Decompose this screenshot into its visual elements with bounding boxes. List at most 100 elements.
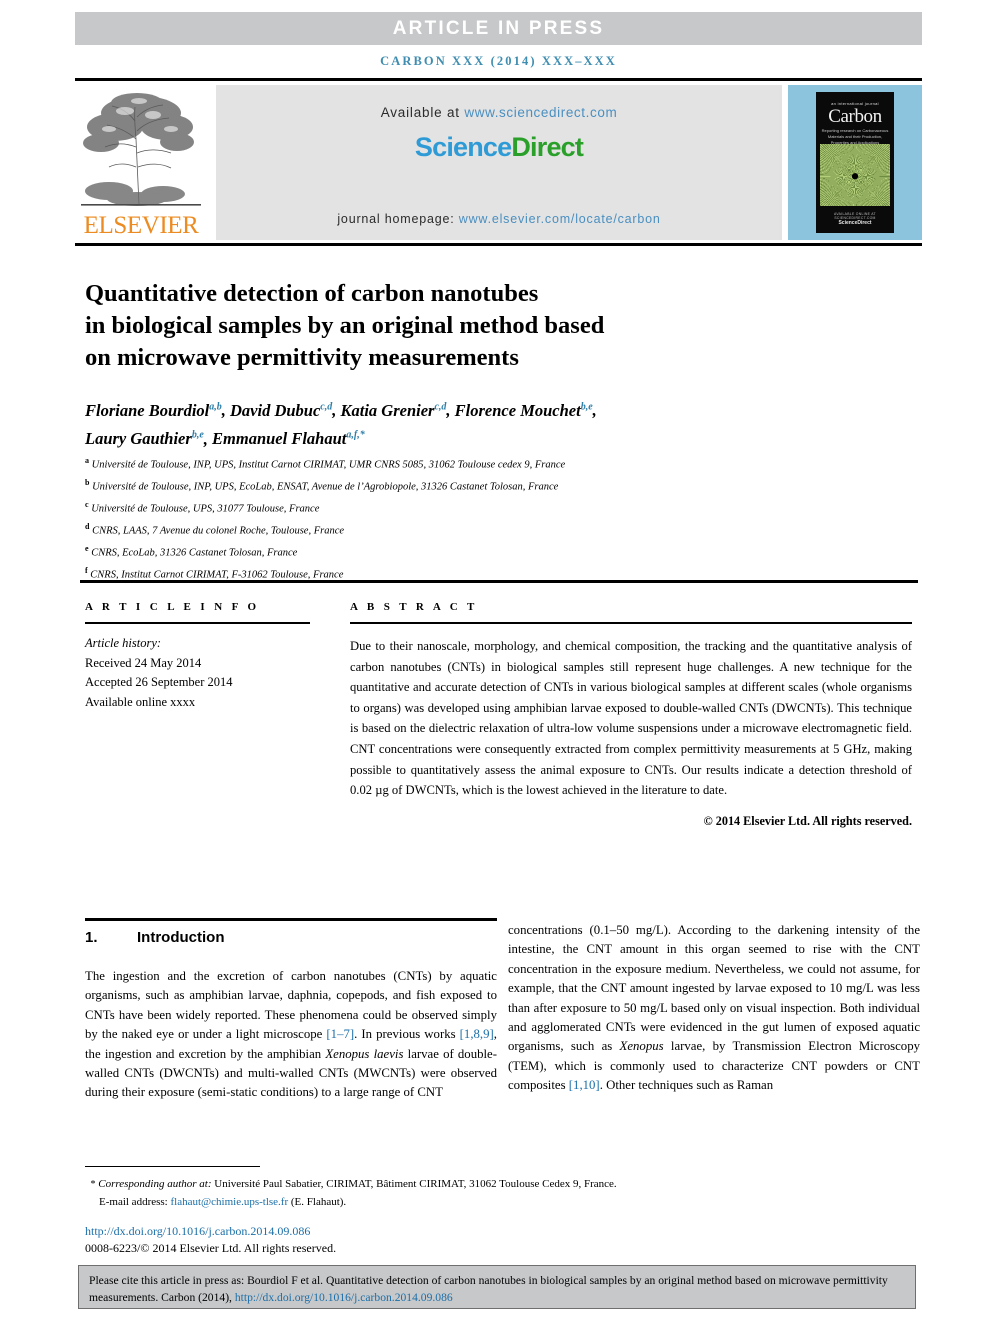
- affiliation-mark: b: [85, 477, 90, 487]
- article-in-press-label: ARTICLE IN PRESS: [392, 17, 605, 39]
- citation-ref[interactable]: [1,8,9]: [460, 1027, 494, 1041]
- affiliation-mark: c: [85, 499, 89, 509]
- affiliation-text: Université de Toulouse, INP, UPS, Instit…: [91, 459, 566, 471]
- intro-text-g: . Other techniques such as Raman: [599, 1078, 774, 1093]
- affiliation-text: CNRS, LAAS, 7 Avenue du colonel Roche, T…: [92, 525, 345, 537]
- introduction-top-rule: [85, 918, 497, 921]
- journal-cover-thumbnail: an international journal Carbon Reportin…: [788, 85, 922, 240]
- author: Florence Mouchetb,e: [455, 401, 593, 420]
- cite-text-body: Please cite this article in press as: Bo…: [89, 1274, 888, 1304]
- affiliation-item: a Université de Toulouse, INP, UPS, Inst…: [85, 452, 905, 474]
- footnote-rule: [85, 1166, 260, 1167]
- affiliation-mark: a: [85, 456, 89, 465]
- article-history-label: Article history:: [85, 636, 162, 650]
- introduction-right-column: concentrations (0.1–50 mg/L). According …: [508, 921, 920, 1096]
- issn-copyright-line: 0008-6223/© 2014 Elsevier Ltd. All right…: [85, 1241, 337, 1255]
- abstract-heading: A B S T R A C T: [350, 601, 478, 613]
- sciencedirect-logo-direct: Direct: [511, 132, 584, 162]
- doi-link[interactable]: http://dx.doi.org/10.1016/j.carbon.2014.…: [85, 1224, 310, 1239]
- section-heading-introduction: 1. Introduction: [85, 929, 497, 946]
- abstract-text: Due to their nanoscale, morphology, and …: [350, 639, 912, 798]
- available-online: Available online xxxx: [85, 694, 196, 709]
- email-line: E-mail address: flahaut@chimie.ups-tlse.…: [85, 1194, 645, 1212]
- article-info-block: A R T I C L E I N F O Article history: R…: [85, 601, 310, 712]
- citation-ref[interactable]: [1–7]: [326, 1027, 354, 1041]
- author-name: Katia Grenier: [340, 400, 435, 420]
- abstract-rule: [350, 622, 912, 624]
- footnote-star-marker: *: [90, 1179, 96, 1190]
- author-affil-marks: c,d: [434, 401, 447, 412]
- copyright-notice: © 2014 Elsevier Ltd. All rights reserved…: [703, 813, 912, 828]
- section-number: 1.: [85, 929, 98, 946]
- author-name: David Dubuc: [230, 400, 321, 420]
- affiliation-mark: d: [85, 521, 90, 531]
- masthead-top-rule: [75, 78, 922, 81]
- intro-text-e: concentrations (0.1–50 mg/L). According …: [508, 923, 920, 1054]
- affiliation-text: Université de Toulouse, UPS, 31077 Toulo…: [91, 503, 320, 515]
- author-name: Emmanuel Flahaut: [212, 429, 347, 448]
- title-line-1: Quantitative detection of carbon nanotub…: [85, 280, 539, 308]
- cite-this-article-text: Please cite this article in press as: Bo…: [89, 1272, 907, 1306]
- affiliation-mark: e: [85, 543, 89, 553]
- available-prefix: Available at: [380, 105, 465, 120]
- affiliation-item: c Université de Toulouse, UPS, 31077 Tou…: [85, 496, 905, 518]
- author-name: Floriane Bourdiol: [85, 400, 210, 420]
- cover-footer-small: AVAILABLE ONLINE AT SCIENCEDIRECT.COM: [834, 212, 876, 220]
- introduction-left-column: The ingestion and the excretion of carbo…: [85, 967, 497, 1103]
- journal-cover-inner: an international journal Carbon Reportin…: [816, 92, 894, 233]
- author: Laury Gauthierb,e: [85, 429, 204, 448]
- masthead-bottom-rule: [75, 243, 922, 246]
- cover-journal-title: Carbon: [828, 106, 882, 127]
- title-line-2: in biological samples by an original met…: [85, 312, 605, 340]
- sciencedirect-panel: Available at www.sciencedirect.com Scien…: [216, 85, 782, 240]
- affiliation-list: a Université de Toulouse, INP, UPS, Inst…: [85, 452, 905, 583]
- article-page: ARTICLE IN PRESS CARBON XXX (2014) XXX–X…: [0, 0, 992, 1323]
- corresponding-author-line: * Corresponding author at: Université Pa…: [85, 1176, 645, 1194]
- journal-homepage-url[interactable]: www.elsevier.com/locate/carbon: [459, 212, 661, 226]
- affiliation-item: e CNRS, EcoLab, 31326 Castanet Tolosan, …: [85, 540, 905, 562]
- author: Floriane Bourdiola,b: [85, 401, 222, 420]
- homepage-prefix: journal homepage:: [337, 212, 459, 226]
- author-name: Florence Mouchet: [454, 400, 581, 420]
- received-date: Received 24 May 2014: [85, 655, 202, 670]
- abstract-top-rule: [80, 580, 918, 583]
- abstract-block: A B S T R A C T Due to their nanoscale, …: [350, 601, 912, 829]
- sciencedirect-logo[interactable]: ScienceDirect: [216, 132, 782, 163]
- available-at-line: Available at www.sciencedirect.com: [216, 105, 782, 120]
- section-title: Introduction: [137, 929, 225, 946]
- affiliation-text: CNRS, EcoLab, 31326 Castanet Tolosan, Fr…: [91, 547, 298, 559]
- article-in-press-band: ARTICLE IN PRESS: [75, 12, 922, 45]
- article-info-rule: [85, 622, 310, 624]
- author-affil-marks: b,e: [191, 429, 204, 441]
- author: David Dubucc,d: [230, 401, 332, 420]
- corresponding-author-address: Université Paul Sabatier, CIRIMAT, Bâtim…: [211, 1178, 617, 1190]
- affiliation-text: Université de Toulouse, INP, UPS, EcoLab…: [92, 481, 559, 493]
- email-link[interactable]: flahaut@chimie.ups-tlse.fr: [170, 1196, 288, 1208]
- author-name: Laury Gauthier: [85, 429, 192, 448]
- citation-ref[interactable]: [1,10]: [569, 1078, 600, 1092]
- affiliation-text: CNRS, Institut Carnot CIRIMAT, F-31062 T…: [90, 569, 344, 581]
- email-suffix: (E. Flahaut).: [288, 1195, 347, 1208]
- species-name: Xenopus: [619, 1039, 664, 1054]
- elsevier-tree-icon: [81, 93, 201, 206]
- journal-homepage-line: journal homepage: www.elsevier.com/locat…: [216, 212, 782, 226]
- running-head: CARBON XXX (2014) XXX–XXX: [380, 54, 617, 68]
- accepted-date: Accepted 26 September 2014: [85, 675, 233, 689]
- affiliation-item: d CNRS, LAAS, 7 Avenue du colonel Roche,…: [85, 518, 905, 540]
- elsevier-wordmark: ELSEVIER: [83, 212, 199, 239]
- intro-text-b: . In previous works: [354, 1027, 460, 1042]
- page-title: Quantitative detection of carbon nanotub…: [85, 278, 845, 374]
- cite-doi-link[interactable]: http://dx.doi.org/10.1016/j.carbon.2014.…: [235, 1291, 453, 1304]
- article-info-heading: A R T I C L E I N F O: [85, 601, 260, 613]
- email-label: E-mail address:: [99, 1195, 168, 1208]
- sciencedirect-logo-science: Science: [414, 132, 512, 162]
- affiliation-mark: f: [85, 565, 88, 575]
- journal-masthead: ELSEVIER Available at www.sciencedirect.…: [75, 85, 922, 240]
- author-affil-marks: c,d: [320, 401, 333, 412]
- footnote-block: * Corresponding author at: Université Pa…: [85, 1176, 645, 1211]
- corresponding-author-label: Corresponding author at:: [98, 1178, 212, 1190]
- cite-this-article-box: Please cite this article in press as: Bo…: [78, 1265, 916, 1309]
- title-line-3: on microwave permittivity measurements: [85, 344, 519, 372]
- author-affil-marks: a,f,*: [346, 429, 365, 441]
- sciencedirect-url[interactable]: www.sciencedirect.com: [464, 105, 617, 120]
